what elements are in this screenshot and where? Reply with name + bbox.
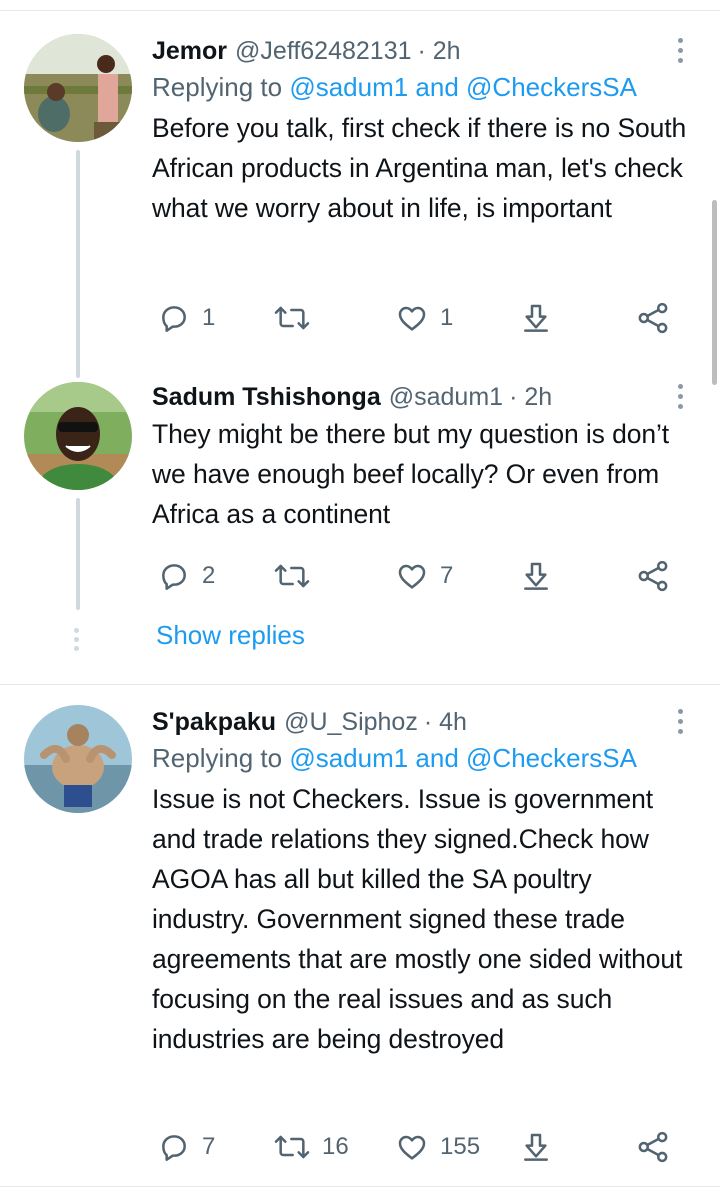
thread-ellipsis — [74, 628, 80, 655]
share-icon — [638, 560, 668, 592]
reply-icon — [162, 306, 186, 332]
like-count: 7 — [440, 562, 454, 589]
more-vertical-icon[interactable] — [674, 709, 686, 739]
bottom-divider — [0, 1186, 720, 1187]
download-button[interactable] — [520, 298, 552, 338]
thread-line — [76, 150, 80, 365]
timestamp[interactable]: · 2h — [418, 34, 461, 68]
heart-icon — [398, 564, 426, 589]
tweet-text: Before you talk, first check if there is… — [152, 113, 687, 223]
avatar[interactable] — [24, 34, 132, 142]
retweet-button[interactable] — [274, 556, 322, 596]
retweet-button[interactable]: 16 — [274, 1127, 349, 1167]
avatar[interactable] — [24, 382, 132, 490]
tweet-sadum[interactable]: Sadum Tshishonga @sadum1 · 2h They might… — [0, 360, 720, 610]
tweet-actions: 7 16 155 — [152, 1127, 692, 1167]
like-button[interactable]: 155 — [396, 1127, 480, 1167]
avatar[interactable] — [24, 705, 132, 813]
reply-icon — [162, 564, 186, 590]
like-button[interactable]: 1 — [396, 298, 453, 338]
reply-button[interactable]: 1 — [158, 298, 215, 338]
replying-to-mentions[interactable]: @sadum1 and @CheckersSA — [289, 743, 637, 773]
tweet-actions: 1 1 — [152, 298, 692, 338]
retweet-icon — [274, 564, 310, 588]
download-button[interactable] — [520, 1127, 552, 1167]
retweet-count: 16 — [322, 1133, 349, 1160]
timestamp[interactable]: · 2h — [509, 380, 552, 414]
timestamp[interactable]: · 4h — [424, 705, 467, 739]
reply-count: 7 — [202, 1133, 216, 1160]
show-replies-link[interactable]: Show replies — [156, 620, 305, 651]
retweet-icon — [274, 1135, 310, 1159]
heart-icon — [398, 1135, 426, 1160]
like-count: 155 — [440, 1133, 481, 1160]
share-button[interactable] — [636, 1127, 670, 1167]
display-name[interactable]: Sadum Tshishonga — [152, 380, 381, 414]
like-button[interactable]: 7 — [396, 556, 453, 596]
replying-to: Replying to @sadum1 and @CheckersSA — [152, 741, 692, 775]
download-button[interactable] — [520, 556, 552, 596]
handle[interactable]: @sadum1 — [389, 380, 503, 414]
share-icon — [638, 1131, 668, 1163]
reply-button[interactable]: 7 — [158, 1127, 215, 1167]
more-vertical-icon[interactable] — [674, 384, 686, 414]
replying-to-mentions[interactable]: @sadum1 and @CheckersSA — [289, 72, 637, 102]
replying-to-label: Replying to — [152, 743, 290, 773]
tweet-spakpaku[interactable]: S'pakpaku @U_Siphoz · 4h Replying to @sa… — [0, 685, 720, 1185]
tweet-actions: 2 7 — [152, 556, 692, 596]
thread-line — [76, 498, 80, 610]
show-replies-row[interactable]: Show replies — [0, 612, 720, 662]
tweet-text: They might be there but my question is d… — [152, 419, 670, 529]
download-icon — [524, 304, 548, 332]
handle[interactable]: @U_Siphoz — [284, 705, 418, 739]
thread-line — [76, 360, 80, 378]
download-icon — [524, 562, 548, 590]
more-vertical-icon[interactable] — [674, 38, 686, 68]
reply-button[interactable]: 2 — [158, 556, 215, 596]
handle[interactable]: @Jeff62482131 — [235, 34, 411, 68]
reply-count: 1 — [202, 304, 216, 331]
display-name[interactable]: Jemor — [152, 34, 227, 68]
replying-to-label: Replying to — [152, 72, 290, 102]
share-button[interactable] — [636, 556, 670, 596]
download-icon — [524, 1133, 548, 1161]
retweet-button[interactable] — [274, 298, 322, 338]
tweet-text: Issue is not Checkers. Issue is governme… — [152, 784, 683, 1054]
tweet-jemor[interactable]: Jemor @Jeff62482131 · 2h Replying to @sa… — [0, 0, 720, 365]
like-count: 1 — [440, 304, 454, 331]
share-icon — [638, 302, 668, 334]
display-name[interactable]: S'pakpaku — [152, 705, 276, 739]
heart-icon — [398, 306, 426, 331]
reply-icon — [162, 1135, 186, 1161]
retweet-icon — [274, 306, 310, 330]
reply-count: 2 — [202, 562, 216, 589]
share-button[interactable] — [636, 298, 670, 338]
replying-to: Replying to @sadum1 and @CheckersSA — [152, 70, 692, 104]
